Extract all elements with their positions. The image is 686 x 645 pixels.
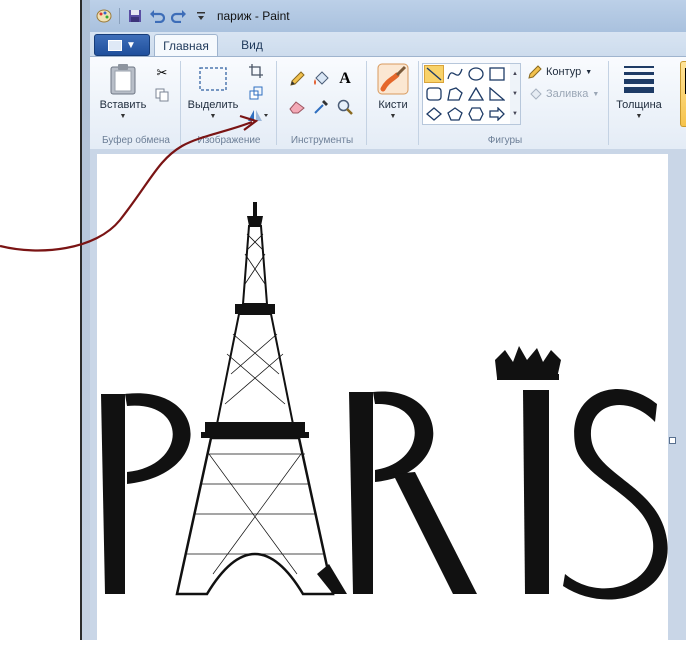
file-menu-button[interactable]: ▼ <box>94 34 150 56</box>
chevron-down-icon: ▼ <box>585 68 593 76</box>
select-label: Выделить <box>187 99 239 111</box>
paint-app-icon[interactable] <box>94 6 114 26</box>
chevron-down-icon: ▼ <box>119 113 127 120</box>
outline-label: Контур <box>546 66 582 78</box>
tools-group: A Инструменты <box>280 57 364 149</box>
paris-artwork <box>101 202 668 600</box>
brush-icon <box>377 63 409 95</box>
image-group: Выделить ▼ Изображение <box>184 57 274 149</box>
line-width-icon <box>623 63 655 95</box>
brushes-group: Кисти ▼ <box>370 57 416 149</box>
window-frame <box>82 0 90 640</box>
tools-group-label: Инструменты <box>290 135 354 146</box>
hexagon-shape-icon[interactable] <box>466 105 486 123</box>
chevron-down-icon: ▼ <box>126 39 136 51</box>
group-separator <box>608 61 609 145</box>
brushes-label: Кисти <box>378 99 408 111</box>
eraser-icon[interactable] <box>286 97 308 117</box>
right-triangle-shape-icon[interactable] <box>487 85 507 103</box>
cut-icon[interactable]: ✂ <box>152 63 172 83</box>
paris-lettering <box>101 389 668 600</box>
rounded-rectangle-shape-icon[interactable] <box>424 85 444 103</box>
toolbar-separator <box>119 8 120 24</box>
image-group-label: Изображение <box>197 135 261 146</box>
scroll-up-icon[interactable]: ▲ <box>512 71 518 77</box>
curve-shape-icon[interactable] <box>445 65 465 83</box>
color-picker-icon[interactable] <box>310 97 332 117</box>
shapes-group-label: Фигуры <box>487 135 523 146</box>
eiffel-tower-illustration <box>175 202 335 596</box>
ribbon-tab-row: ▼ Главная Вид <box>90 32 686 57</box>
rotate-icon[interactable] <box>244 105 270 125</box>
save-icon[interactable] <box>125 6 145 26</box>
fill-bucket-icon[interactable] <box>310 69 332 89</box>
text-tool-icon[interactable]: A <box>334 69 356 89</box>
file-menu-icon <box>108 39 123 51</box>
ribbon: Вставить ▼ ✂ Буфер обмена Выделить ▼ Изо… <box>90 56 686 150</box>
fill-label: Заливка <box>546 88 589 100</box>
quick-access-toolbar <box>94 6 211 26</box>
chevron-down-icon: ▼ <box>592 90 600 98</box>
rectangle-shape-icon[interactable] <box>487 65 507 83</box>
brushes-button[interactable]: Кисти ▼ <box>372 63 414 120</box>
size-group: Толщина ▼ <box>610 57 668 149</box>
shapes-group: ▲ ▼ ▼ Контур ▼ Заливка ▼ Фигуры <box>422 57 606 149</box>
chevron-down-icon: ▼ <box>635 113 643 120</box>
tab-home[interactable]: Главная <box>154 34 218 57</box>
redo-icon[interactable] <box>169 6 189 26</box>
chevron-down-icon: ▼ <box>389 113 397 120</box>
pencil-icon[interactable] <box>286 69 308 89</box>
group-separator <box>418 61 419 145</box>
clipboard-icon <box>107 63 139 95</box>
crown-illustration <box>495 346 561 380</box>
copy-icon[interactable] <box>152 85 172 105</box>
chevron-down-icon: ▼ <box>209 113 217 120</box>
tab-view[interactable]: Вид <box>230 34 274 56</box>
size-label: Толщина <box>616 99 662 111</box>
oval-shape-icon[interactable] <box>466 65 486 83</box>
line-shape-icon[interactable] <box>424 65 444 83</box>
resize-icon[interactable] <box>246 83 266 103</box>
select-rectangle-icon <box>197 63 229 95</box>
group-separator <box>366 61 367 145</box>
shapes-gallery-scrollbar[interactable]: ▲ ▼ ▼ <box>510 63 521 125</box>
color1-button[interactable] <box>680 61 686 127</box>
fill-bucket-icon <box>530 88 542 100</box>
gallery-expand-icon[interactable]: ▼ <box>512 111 518 117</box>
outline-button[interactable]: Контур ▼ <box>528 65 592 79</box>
customize-dropdown-icon[interactable] <box>191 6 211 26</box>
undo-icon[interactable] <box>147 6 167 26</box>
group-separator <box>180 61 181 145</box>
diamond-shape-icon[interactable] <box>424 105 444 123</box>
clipboard-group-label: Буфер обмена <box>102 135 170 146</box>
magnifier-icon[interactable] <box>334 97 356 117</box>
shapes-gallery <box>422 63 512 125</box>
polygon-shape-icon[interactable] <box>445 85 465 103</box>
window-title: париж - Paint <box>217 9 290 23</box>
group-separator <box>276 61 277 145</box>
scroll-down-icon[interactable]: ▼ <box>512 91 518 97</box>
triangle-shape-icon[interactable] <box>466 85 486 103</box>
size-button[interactable]: Толщина ▼ <box>612 63 666 120</box>
title-bar: париж - Paint <box>90 0 686 32</box>
select-button[interactable]: Выделить ▼ <box>186 63 240 120</box>
paste-label: Вставить <box>99 99 147 111</box>
canvas-resize-handle[interactable] <box>669 437 676 444</box>
clipboard-group: Вставить ▼ ✂ Буфер обмена <box>94 57 178 149</box>
drawing-canvas[interactable] <box>97 154 668 640</box>
crop-icon[interactable] <box>246 61 266 81</box>
arrow-right-shape-icon[interactable] <box>487 105 507 123</box>
pentagon-shape-icon[interactable] <box>445 105 465 123</box>
outline-pencil-icon <box>528 65 542 79</box>
fill-button[interactable]: Заливка ▼ <box>528 87 599 101</box>
paste-button[interactable]: Вставить ▼ <box>98 63 148 120</box>
